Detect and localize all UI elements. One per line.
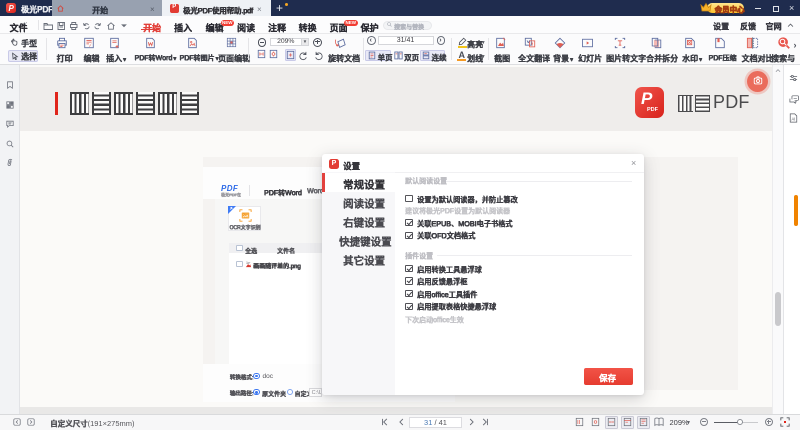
svg-text:AI: AI (791, 116, 795, 121)
